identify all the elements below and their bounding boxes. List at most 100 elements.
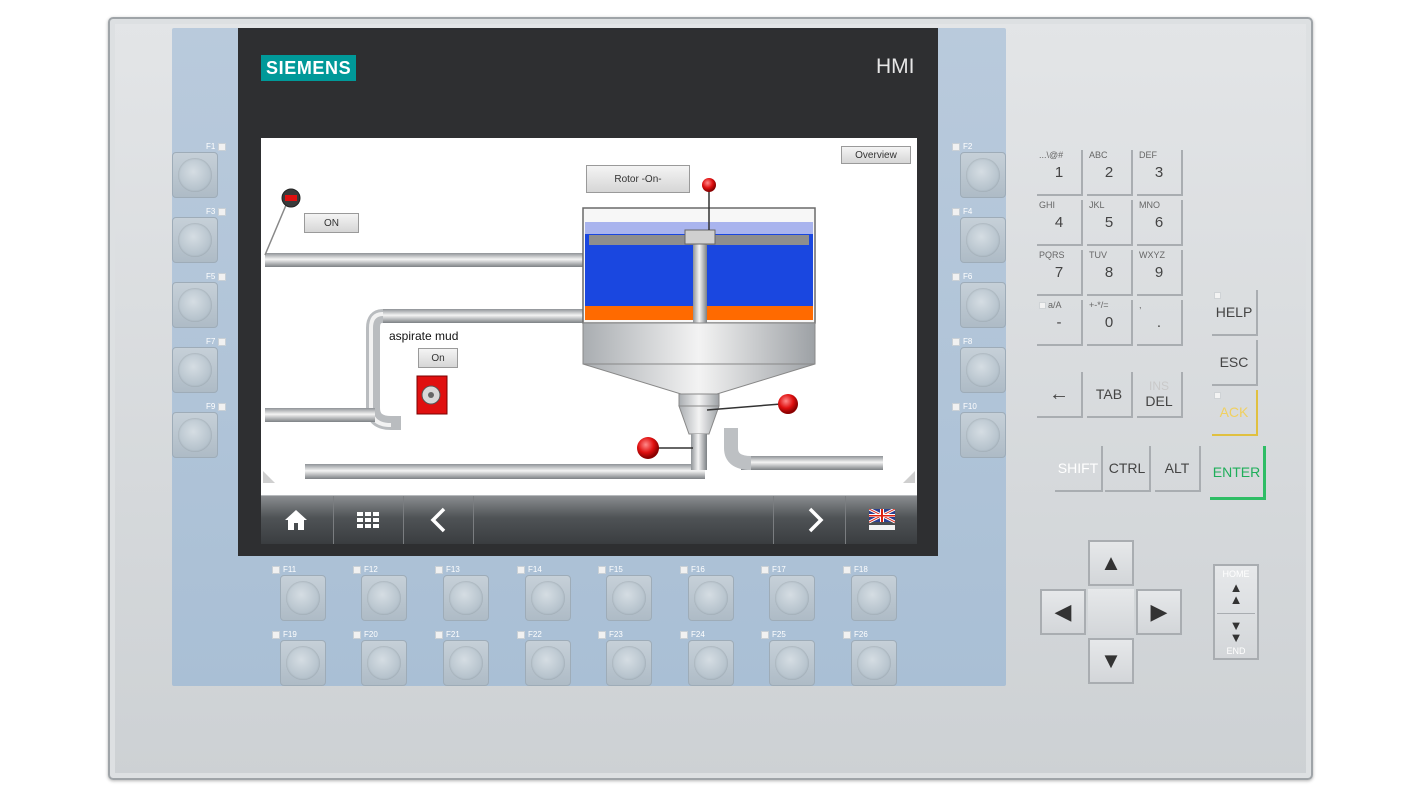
on-button-aspirate[interactable]: On xyxy=(418,348,458,368)
function-key-f2[interactable] xyxy=(960,152,1006,198)
function-key-f5[interactable] xyxy=(172,282,218,328)
function-key-f7[interactable] xyxy=(172,347,218,393)
keypad-key-8[interactable]: TUV 8 xyxy=(1087,250,1133,296)
alt-key[interactable]: ALT xyxy=(1155,446,1201,492)
key-sub-label: , xyxy=(1139,300,1142,310)
fkey-label-f10: F10 xyxy=(952,402,977,411)
rotor-hub xyxy=(684,229,716,245)
fkey-led xyxy=(761,565,769,574)
arrow-up-key[interactable]: ▲ xyxy=(1088,540,1134,586)
fkey-led xyxy=(952,337,960,346)
keypad-key-0[interactable]: +-*/= 0 xyxy=(1087,300,1133,346)
function-key-f4[interactable] xyxy=(960,217,1006,263)
esc-key[interactable]: ESC xyxy=(1212,340,1258,386)
key-sub-label: DEF xyxy=(1139,150,1157,160)
language-button[interactable] xyxy=(857,500,907,540)
fkey-label-text: F11 xyxy=(283,565,297,574)
hmi-label: HMI xyxy=(876,55,915,78)
keypad-key-dot[interactable]: ,. xyxy=(1137,300,1183,346)
keypad-key-2[interactable]: ABC 2 xyxy=(1087,150,1133,196)
keypad-key-7[interactable]: PQRS 7 xyxy=(1037,250,1083,296)
function-key-f18[interactable] xyxy=(851,575,897,621)
help-key[interactable]: HELP xyxy=(1212,290,1258,336)
home-button[interactable] xyxy=(271,500,321,540)
function-key-f10[interactable] xyxy=(960,412,1006,458)
keypad-key-5[interactable]: JKL 5 xyxy=(1087,200,1133,246)
keypad-key-minus[interactable]: a/A - xyxy=(1037,300,1083,346)
rotor-shaft xyxy=(693,233,707,323)
enter-key[interactable]: ENTER xyxy=(1210,446,1266,500)
keypad-key-9[interactable]: WXYZ 9 xyxy=(1137,250,1183,296)
rotor-button[interactable]: Rotor -On- xyxy=(586,165,690,193)
function-key-f23[interactable] xyxy=(606,640,652,686)
fkey-label-f5: F5 xyxy=(206,272,227,281)
fkey-led xyxy=(218,142,227,151)
fkey-label-text: F5 xyxy=(206,272,216,281)
function-key-f15[interactable] xyxy=(606,575,652,621)
key-sub-label: MNO xyxy=(1139,200,1160,210)
valve-right-icon[interactable] xyxy=(778,394,798,414)
arrow-right-key[interactable]: ▶ xyxy=(1136,589,1182,635)
keypad-key-4[interactable]: GHI 4 xyxy=(1037,200,1083,246)
keypad-key-1[interactable]: ...\@# 1 xyxy=(1037,150,1083,196)
ctrl-key[interactable]: CTRL xyxy=(1105,446,1151,492)
keypad-key-6[interactable]: MNO 6 xyxy=(1137,200,1183,246)
ins-del-key[interactable]: INS DEL xyxy=(1137,372,1183,418)
key-sub-label: +-*/= xyxy=(1089,300,1109,310)
function-key-f3[interactable] xyxy=(172,217,218,263)
fkey-label-f8: F8 xyxy=(952,337,972,346)
back-button[interactable] xyxy=(413,500,463,540)
function-key-f11[interactable] xyxy=(280,575,326,621)
arrow-down-key[interactable]: ▼ xyxy=(1088,638,1134,684)
fkey-label-f3: F3 xyxy=(206,207,227,216)
overview-button[interactable]: Overview xyxy=(841,146,911,164)
pipe-segment xyxy=(265,408,375,422)
function-key-f25[interactable] xyxy=(769,640,815,686)
fkey-label-text: F8 xyxy=(963,337,973,346)
fan-hub xyxy=(428,392,434,398)
tab-key[interactable]: TAB xyxy=(1087,372,1133,418)
function-key-f17[interactable] xyxy=(769,575,815,621)
function-key-f21[interactable] xyxy=(443,640,489,686)
function-key-f13[interactable] xyxy=(443,575,489,621)
function-key-f22[interactable] xyxy=(525,640,571,686)
fkey-label-text: F3 xyxy=(206,207,216,216)
key-sub-label: ABC xyxy=(1089,150,1108,160)
arrow-left-key[interactable]: ◀ xyxy=(1040,589,1086,635)
function-key-f6[interactable] xyxy=(960,282,1006,328)
function-key-f14[interactable] xyxy=(525,575,571,621)
function-key-f19[interactable] xyxy=(280,640,326,686)
ack-key[interactable]: ACK xyxy=(1212,390,1258,436)
fkey-label-f13: F13 xyxy=(435,565,460,574)
function-key-f12[interactable] xyxy=(361,575,407,621)
backspace-key[interactable]: ← xyxy=(1037,372,1083,418)
key-sub-label: WXYZ xyxy=(1139,250,1165,260)
valve-left-icon[interactable] xyxy=(637,437,659,459)
key-sub-label: JKL xyxy=(1089,200,1105,210)
key-main-label: 0 xyxy=(1104,314,1114,331)
function-key-f20[interactable] xyxy=(361,640,407,686)
shift-key[interactable]: SHIFT xyxy=(1055,446,1103,492)
key-main-label: 1 xyxy=(1054,164,1064,181)
fkey-led xyxy=(952,207,960,216)
corner-mark-icon xyxy=(903,471,915,483)
keypad-key-3[interactable]: DEF 3 xyxy=(1137,150,1183,196)
fkey-led xyxy=(353,565,361,574)
menu-button[interactable] xyxy=(343,500,393,540)
fkey-label-f2: F2 xyxy=(952,142,972,151)
function-key-f26[interactable] xyxy=(851,640,897,686)
fkey-label-f19: F19 xyxy=(272,630,297,639)
key-main-label: 8 xyxy=(1104,264,1114,281)
function-key-f9[interactable] xyxy=(172,412,218,458)
function-key-f24[interactable] xyxy=(688,640,734,686)
on-button-top[interactable]: ON xyxy=(304,213,359,233)
fkey-label-text: F16 xyxy=(691,565,705,574)
function-key-f8[interactable] xyxy=(960,347,1006,393)
function-key-f1[interactable] xyxy=(172,152,218,198)
home-end-key[interactable]: HOME ▲ ▲ ▼ ▼ END xyxy=(1213,564,1259,660)
fkey-led xyxy=(218,402,227,411)
fkey-led xyxy=(353,630,361,639)
function-key-f16[interactable] xyxy=(688,575,734,621)
fkey-led xyxy=(952,272,960,281)
forward-button[interactable] xyxy=(791,500,841,540)
